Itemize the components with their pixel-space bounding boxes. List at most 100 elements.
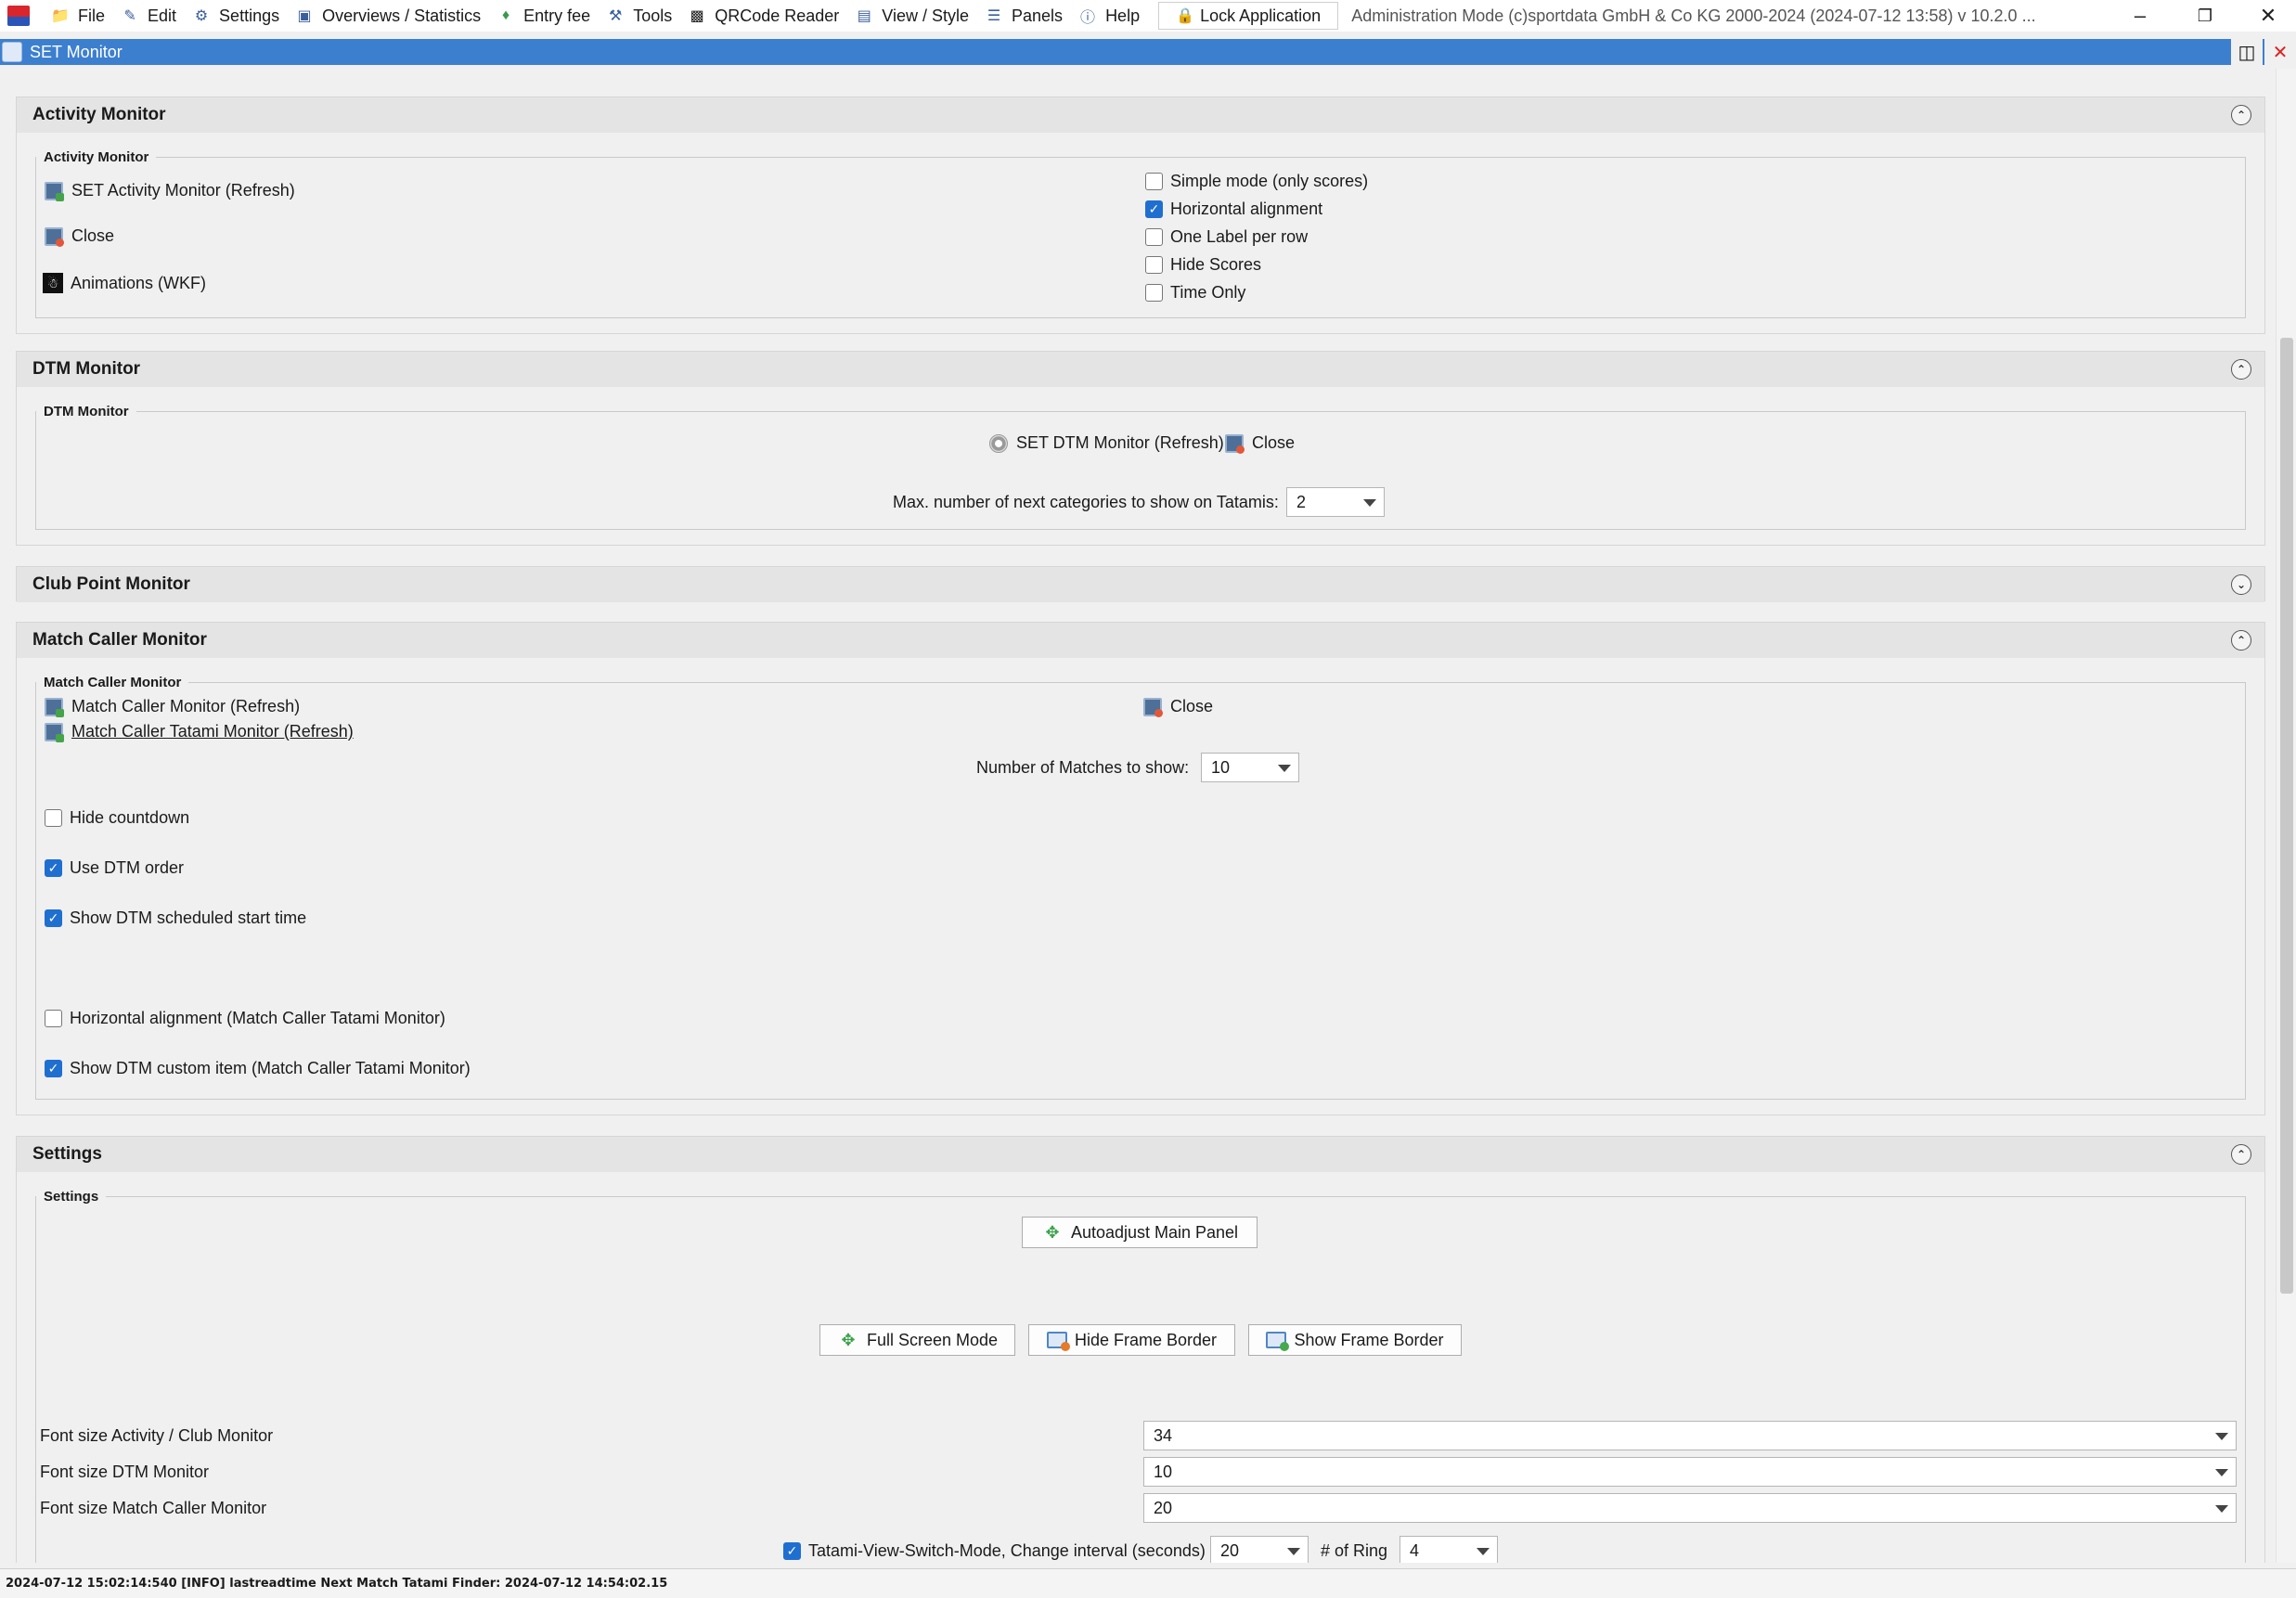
match-caller-tatami-monitor-refresh-button[interactable]: Match Caller Tatami Monitor (Refresh) [45, 722, 354, 742]
restore-button[interactable]: ❐ [2185, 0, 2225, 32]
chevron-down-icon [1278, 765, 1291, 772]
chevron-down-icon [1477, 1548, 1490, 1555]
max-categories-value: 2 [1296, 492, 1307, 511]
simple-mode-checkbox[interactable]: Simple mode (only scores) [1145, 172, 1368, 191]
collapse-up-icon[interactable]: ⌃ [2231, 105, 2251, 125]
max-categories-select[interactable]: 2 [1286, 487, 1385, 517]
menu-entry-fee[interactable]: ♦ Entry fee [490, 0, 600, 32]
set-dtm-monitor-refresh-label: SET DTM Monitor (Refresh) [1016, 433, 1224, 452]
animations-wkf-button[interactable]: ☃ Animations (WKF) [43, 273, 206, 293]
font-size-activity-select[interactable]: 34 [1143, 1421, 2237, 1450]
frame-detach-icon[interactable]: ◫ [2231, 39, 2263, 65]
show-dtm-custom-item-checkbox[interactable]: ✓ Show DTM custom item (Match Caller Tat… [45, 1059, 471, 1078]
show-frame-border-label: Show Frame Border [1294, 1330, 1444, 1349]
one-label-per-row-label: One Label per row [1170, 227, 1309, 246]
dtm-monitor-header[interactable]: DTM Monitor ⌃ [17, 352, 2264, 387]
menu-view-style[interactable]: ▤ View / Style [848, 0, 978, 32]
hide-countdown-checkbox[interactable]: Hide countdown [45, 808, 189, 828]
horizontal-alignment-tatami-label: Horizontal alignment (Match Caller Tatam… [70, 1009, 445, 1027]
frame-close-icon[interactable]: ✕ [2264, 39, 2296, 65]
match-caller-monitor-header[interactable]: Match Caller Monitor ⌃ [17, 623, 2264, 658]
menu-edit[interactable]: ✎ Edit [114, 0, 186, 32]
collapse-up-icon[interactable]: ⌃ [2231, 1144, 2251, 1165]
match-caller-close-button[interactable]: Close [1143, 697, 1213, 717]
font-size-match-caller-select[interactable]: 20 [1143, 1493, 2237, 1523]
monitor-refresh-icon [45, 697, 64, 717]
use-dtm-order-label: Use DTM order [70, 858, 185, 877]
autoadjust-main-panel-button[interactable]: ✥ Autoadjust Main Panel [1022, 1217, 1258, 1248]
menu-help[interactable]: ⓘ Help [1072, 0, 1149, 32]
frame-title: SET Monitor [30, 42, 123, 61]
menu-overviews[interactable]: ▣ Overviews / Statistics [289, 0, 490, 32]
show-dtm-start-time-checkbox[interactable]: ✓ Show DTM scheduled start time [45, 909, 306, 928]
minimize-button[interactable]: – [2120, 0, 2161, 32]
menu-file[interactable]: 📁 File [45, 0, 114, 32]
tatami-view-switch-label: Tatami-View-Switch-Mode, Change interval… [808, 1541, 1206, 1560]
match-caller-monitor-group: Match Caller Monitor [35, 675, 2246, 1100]
settings-title: Settings [32, 1144, 102, 1164]
ring-count-label: # of Ring [1321, 1541, 1388, 1560]
one-label-per-row-checkbox[interactable]: One Label per row [1145, 227, 1308, 247]
menu-bar: 📁 File ✎ Edit ⚙ Settings ▣ Overviews / S… [0, 0, 2296, 32]
dtm-monitor-section: DTM Monitor ⌃ DTM Monitor SET DTM Monito… [16, 351, 2265, 546]
checkbox-icon [1145, 173, 1163, 190]
set-dtm-monitor-refresh-button[interactable]: SET DTM Monitor (Refresh) [989, 433, 1224, 453]
monitor-refresh-icon [45, 181, 64, 201]
chevron-down-icon [2215, 1469, 2228, 1476]
dtm-monitor-title: DTM Monitor [32, 359, 141, 379]
checkbox-icon [1145, 284, 1163, 302]
activity-monitor-header[interactable]: Activity Monitor ⌃ [17, 97, 2264, 133]
monitor-refresh-icon [45, 722, 64, 742]
dtm-close-button[interactable]: Close [1225, 433, 1295, 454]
checkbox-icon [45, 809, 62, 827]
horizontal-alignment-checkbox[interactable]: ✓ Horizontal alignment [1145, 200, 1322, 219]
change-interval-select[interactable]: 20 [1210, 1536, 1309, 1563]
chevron-down-icon [1287, 1548, 1300, 1555]
close-window-button[interactable]: ✕ [2248, 0, 2289, 32]
full-screen-mode-button[interactable]: ✥ Full Screen Mode [819, 1324, 1015, 1356]
menu-settings[interactable]: ⚙ Settings [186, 0, 289, 32]
scrollbar-thumb[interactable] [2280, 338, 2293, 1294]
checkbox-icon [1145, 228, 1163, 246]
lock-icon: 🔒 [1176, 8, 1195, 24]
settings-header[interactable]: Settings ⌃ [17, 1137, 2264, 1172]
menu-qrcode[interactable]: ▩ QRCode Reader [681, 0, 848, 32]
collapse-up-icon[interactable]: ⌃ [2231, 630, 2251, 651]
set-activity-monitor-refresh-button[interactable]: SET Activity Monitor (Refresh) [45, 181, 295, 201]
animation-icon: ☃ [43, 273, 63, 293]
hide-frame-border-button[interactable]: Hide Frame Border [1028, 1324, 1235, 1356]
hide-frame-border-label: Hide Frame Border [1074, 1330, 1218, 1349]
menu-tools[interactable]: ⚒ Tools [600, 0, 681, 32]
expand-down-icon[interactable]: ⌄ [2231, 574, 2251, 595]
lock-application-button[interactable]: 🔒 Lock Application [1158, 2, 1339, 30]
chevron-down-icon [2215, 1433, 2228, 1440]
play-icon [989, 433, 1008, 453]
hide-scores-checkbox[interactable]: Hide Scores [1145, 255, 1261, 275]
time-only-checkbox[interactable]: Time Only [1145, 283, 1245, 303]
matches-to-show-select[interactable]: 10 [1201, 753, 1299, 782]
activity-close-button[interactable]: Close [45, 226, 115, 247]
menu-panels[interactable]: ☰ Panels [978, 0, 1072, 32]
folder-icon: 📁 [51, 8, 70, 24]
collapse-up-icon[interactable]: ⌃ [2231, 359, 2251, 380]
tatami-view-switch-checkbox[interactable]: ✓ Tatami-View-Switch-Mode, Change interv… [783, 1541, 1206, 1561]
activity-close-label: Close [71, 226, 115, 245]
checkbox-checked-icon: ✓ [45, 859, 62, 877]
match-caller-monitor-refresh-button[interactable]: Match Caller Monitor (Refresh) [45, 697, 300, 717]
autoadjust-main-panel-label: Autoadjust Main Panel [1070, 1222, 1239, 1242]
vertical-scrollbar[interactable] [2276, 69, 2296, 1563]
show-frame-border-button[interactable]: Show Frame Border [1248, 1324, 1462, 1356]
club-point-monitor-header[interactable]: Club Point Monitor ⌄ [17, 567, 2264, 602]
show-dtm-custom-item-label: Show DTM custom item (Match Caller Tatam… [70, 1059, 471, 1077]
font-size-dtm-select[interactable]: 10 [1143, 1457, 2237, 1487]
show-frame-icon [1266, 1332, 1290, 1351]
money-icon: ♦ [502, 7, 510, 23]
ring-count-select[interactable]: 4 [1400, 1536, 1498, 1563]
wrench-icon: ⚒ [609, 8, 623, 24]
font-size-dtm-value: 10 [1154, 1462, 1173, 1481]
edit-icon: ✎ [123, 8, 136, 24]
scroll-content: Activity Monitor ⌃ Activity Monitor SET … [0, 69, 2276, 1563]
set-monitor-icon [2, 42, 22, 62]
use-dtm-order-checkbox[interactable]: ✓ Use DTM order [45, 858, 184, 878]
horizontal-alignment-tatami-checkbox[interactable]: Horizontal alignment (Match Caller Tatam… [45, 1009, 445, 1028]
